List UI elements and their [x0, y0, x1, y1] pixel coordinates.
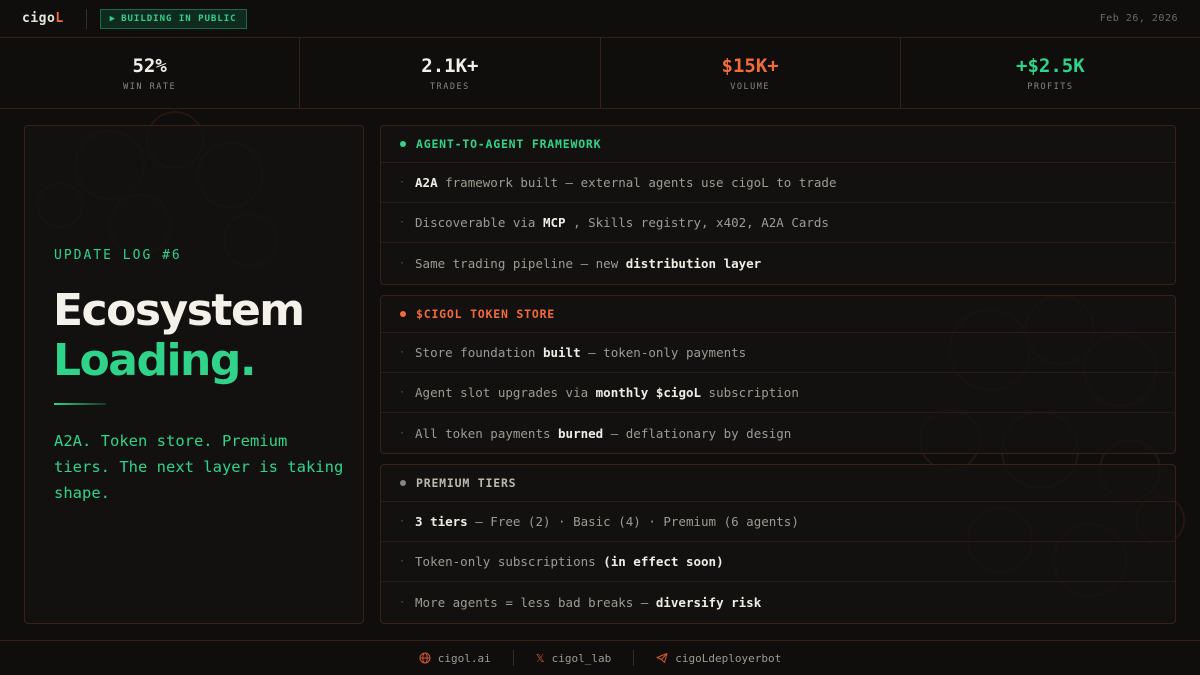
- list-item: · A2A framework built — external agents u…: [381, 163, 1175, 203]
- card-header: AGENT-TO-AGENT FRAMEWORK: [381, 126, 1175, 163]
- update-log-kicker: UPDATE LOG #6: [54, 248, 182, 263]
- bullet-icon: ·: [399, 427, 406, 439]
- stat-value: 2.1K+: [421, 54, 479, 77]
- card-premium-tiers: PREMIUM TIERS · 3 tiers — Free (2) · Basi…: [380, 464, 1176, 624]
- list-item: · Discoverable via MCP , Skills registry,…: [381, 203, 1175, 243]
- status-dot-icon: [400, 311, 406, 317]
- bullet-icon: ·: [399, 556, 406, 567]
- stat-trades: 2.1K+ TRADES: [300, 38, 601, 108]
- bullet-icon: ·: [399, 596, 406, 608]
- stat-label: TRADES: [430, 81, 470, 92]
- card-header: PREMIUM TIERS: [381, 465, 1175, 502]
- footer-link-telegram[interactable]: cigoLdeployerbot: [634, 652, 803, 665]
- stat-profits: +$2.5K PROFITS: [901, 38, 1200, 108]
- list-item: · All token payments burned — deflationar…: [399, 425, 792, 441]
- hero-title-line1: Ecosystem: [53, 285, 305, 336]
- stat-win-rate: 52% WIN RATE: [0, 38, 301, 108]
- list-item: · Same trading pipeline — new distributio…: [399, 255, 762, 271]
- card-title: $CIGOL TOKEN STORE: [416, 307, 556, 321]
- footer-link-label[interactable]: cigoLdeployerbot: [675, 652, 781, 665]
- bullet-icon: ·: [399, 257, 406, 269]
- hero-description: A2A. Token store. Premium tiers. The nex…: [54, 432, 344, 502]
- telegram-icon: [656, 653, 668, 663]
- divider: [85, 8, 87, 29]
- hero-title-line2: Loading.: [53, 335, 257, 386]
- stat-label: PROFITS: [1027, 81, 1074, 92]
- hero-title: Ecosystem Loading.: [53, 285, 305, 386]
- stats-bar: 52% WIN RATE 2.1K+ TRADES $15K+ VOLUME +…: [0, 38, 1200, 109]
- x-logo-icon: 𝕏: [535, 651, 545, 665]
- footer: cigol.ai 𝕏 cigol_lab cigoLdeployerbot: [0, 640, 1200, 675]
- card-a2a-framework: AGENT-TO-AGENT FRAMEWORK · A2A framework …: [380, 125, 1176, 285]
- brand-logo[interactable]: cigoL: [22, 11, 64, 26]
- footer-link-x[interactable]: 𝕏 cigol_lab: [514, 652, 633, 665]
- list-item: · More agents = less bad breaks — diversi…: [399, 594, 762, 610]
- list-item: · Token-only subscriptions (in effect soo…: [381, 542, 1175, 582]
- badge-label: BUILDING IN PUBLIC: [121, 13, 237, 24]
- card-header: $CIGOL TOKEN STORE: [381, 296, 1175, 333]
- stat-volume: $15K+ VOLUME: [601, 38, 901, 108]
- globe-icon: [419, 652, 431, 664]
- stat-value: 52%: [132, 54, 167, 77]
- bullet-icon: ·: [399, 217, 406, 228]
- list-item: · Store foundation built — token-only pay…: [381, 333, 1175, 373]
- stat-value: +$2.5K: [1016, 54, 1085, 77]
- footer-link-label[interactable]: cigol_lab: [552, 652, 612, 665]
- accent-rule: [54, 403, 106, 405]
- list-item: · 3 tiers — Free (2) · Basic (4) · Premiu…: [381, 502, 1175, 542]
- bullet-icon: ·: [399, 177, 406, 188]
- footer-link-website[interactable]: cigol.ai: [397, 652, 513, 665]
- bullet-icon: ·: [399, 516, 406, 527]
- stat-label: VOLUME: [730, 81, 770, 92]
- card-token-store: $CIGOL TOKEN STORE · Store foundation bui…: [380, 295, 1176, 454]
- status-dot-icon: [400, 480, 406, 486]
- card-title: AGENT-TO-AGENT FRAMEWORK: [416, 137, 602, 151]
- play-icon: ▶: [109, 13, 117, 24]
- hero-panel: UPDATE LOG #6 Ecosystem Loading. A2A. To…: [24, 125, 364, 624]
- stat-value: $15K+: [721, 54, 779, 77]
- card-title: PREMIUM TIERS: [416, 476, 517, 490]
- bullet-icon: ·: [399, 387, 406, 398]
- footer-link-label[interactable]: cigol.ai: [438, 652, 491, 665]
- building-badge: ▶ BUILDING IN PUBLIC: [99, 8, 247, 29]
- list-item: · Agent slot upgrades via monthly $cigoL …: [381, 373, 1175, 413]
- stat-label: WIN RATE: [123, 81, 177, 92]
- status-dot-icon: [400, 141, 406, 147]
- top-bar: cigoL ▶ BUILDING IN PUBLIC Feb 26, 2026: [0, 0, 1200, 38]
- bullet-icon: ·: [399, 347, 406, 358]
- date-label: Feb 26, 2026: [1099, 13, 1178, 24]
